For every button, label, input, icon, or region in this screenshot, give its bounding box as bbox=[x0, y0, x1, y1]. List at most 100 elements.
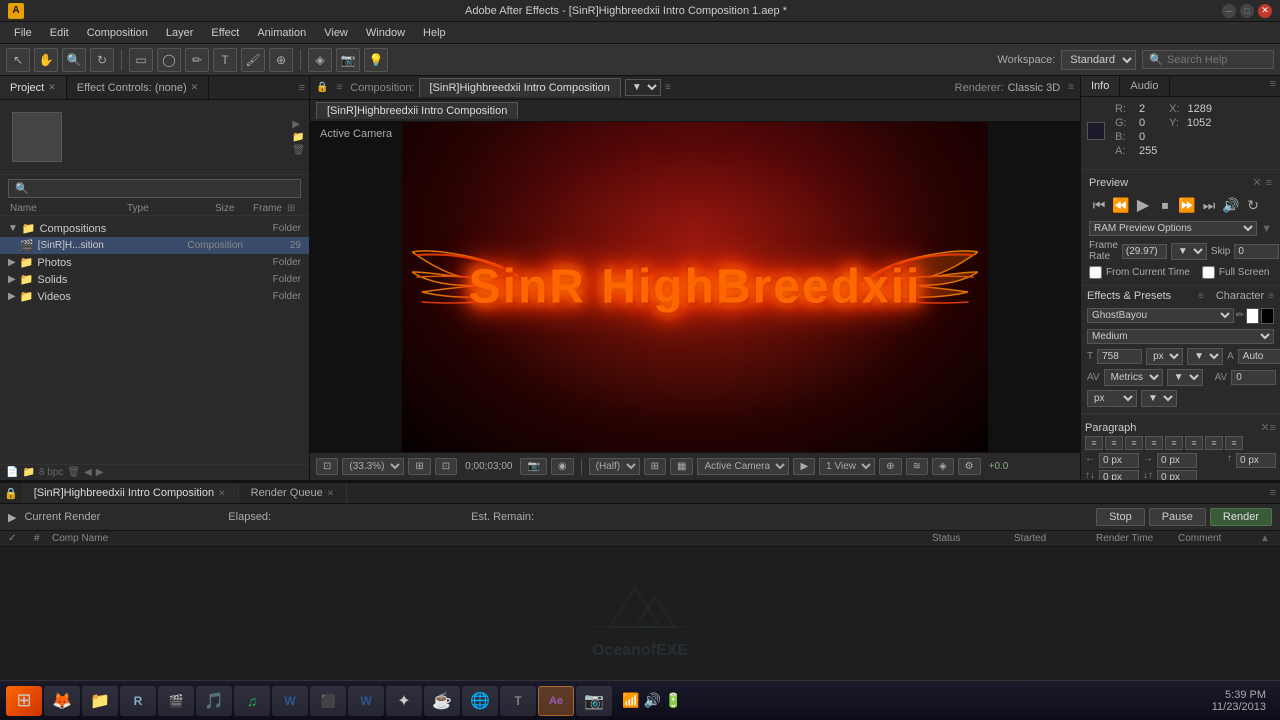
tracking-input[interactable] bbox=[1231, 370, 1276, 385]
hand-tool[interactable]: ✋ bbox=[34, 48, 58, 72]
unit-chevron[interactable]: ▼ bbox=[1141, 390, 1177, 407]
taskbar-music[interactable]: 🎵 bbox=[196, 686, 232, 716]
left-indent-input[interactable] bbox=[1099, 453, 1139, 468]
frame-rate-input[interactable] bbox=[1122, 244, 1167, 259]
view-mode-select[interactable]: 1 View bbox=[819, 458, 875, 475]
timeline-tab-close[interactable]: ✕ bbox=[218, 488, 226, 499]
background-color[interactable] bbox=[1261, 308, 1274, 324]
ellipse-tool[interactable]: ◯ bbox=[157, 48, 181, 72]
last-frame-btn[interactable]: ⏭ bbox=[1199, 195, 1219, 215]
align-justify3-btn[interactable]: ≡ bbox=[1185, 436, 1203, 450]
align-right-btn[interactable]: ≡ bbox=[1125, 436, 1143, 450]
full-screen-checkbox[interactable] bbox=[1202, 266, 1215, 279]
top-indent-input[interactable] bbox=[1236, 453, 1276, 468]
depth-btn[interactable]: 8 bpc bbox=[39, 467, 63, 478]
camera-tool[interactable]: 📷 bbox=[336, 48, 360, 72]
right-indent-input[interactable] bbox=[1157, 453, 1197, 468]
character-tab[interactable]: Character bbox=[1216, 290, 1264, 302]
flow-btn[interactable]: ≋ bbox=[906, 458, 928, 475]
taskbar-browser[interactable]: 🌐 bbox=[462, 686, 498, 716]
zoom-tool[interactable]: 🔍 bbox=[62, 48, 86, 72]
selection-tool[interactable]: ↖ bbox=[6, 48, 30, 72]
menu-window[interactable]: Window bbox=[358, 25, 413, 41]
interpret-footage-btn[interactable]: ▶ bbox=[292, 119, 305, 130]
minimize-button[interactable]: ─ bbox=[1222, 4, 1236, 18]
ram-preview-select[interactable]: RAM Preview Options bbox=[1089, 221, 1257, 236]
current-render-expand[interactable]: ▶ bbox=[8, 511, 16, 524]
compositions-folder[interactable]: ▼ 📁 Compositions Folder bbox=[0, 220, 309, 237]
align-full-btn[interactable]: ≡ bbox=[1205, 436, 1223, 450]
menu-effect[interactable]: Effect bbox=[203, 25, 247, 41]
render-btn-small[interactable]: ◈ bbox=[932, 458, 954, 475]
menu-view[interactable]: View bbox=[316, 25, 356, 41]
space-after-input[interactable] bbox=[1157, 470, 1197, 480]
preview-panel-menu[interactable]: ≡ bbox=[1266, 177, 1272, 189]
quality-select[interactable]: (Half) bbox=[589, 458, 640, 475]
close-button[interactable]: ✕ bbox=[1258, 4, 1272, 18]
first-frame-btn[interactable]: ⏮ bbox=[1089, 195, 1109, 215]
info-tab[interactable]: Info bbox=[1081, 76, 1120, 96]
project-tab[interactable]: Project ✕ bbox=[0, 76, 67, 99]
font-size-input[interactable] bbox=[1097, 349, 1142, 364]
workspace-dropdown[interactable]: Standard bbox=[1061, 50, 1136, 70]
taskbar-app1[interactable]: ✦ bbox=[386, 686, 422, 716]
stop-btn[interactable]: ⏹ bbox=[1155, 195, 1175, 215]
puppet-pin-tool[interactable]: ◈ bbox=[308, 48, 332, 72]
from-current-time-checkbox[interactable] bbox=[1089, 266, 1102, 279]
size-unit-select[interactable]: px bbox=[1146, 348, 1183, 365]
menu-file[interactable]: File bbox=[6, 25, 40, 41]
comp-panel-menu[interactable]: ≡ bbox=[1068, 82, 1074, 93]
menu-animation[interactable]: Animation bbox=[249, 25, 314, 41]
skip-input[interactable] bbox=[1234, 244, 1279, 259]
taskbar-explorer[interactable]: 📁 bbox=[82, 686, 118, 716]
pause-btn[interactable]: Pause bbox=[1149, 508, 1206, 526]
prev-frame-btn[interactable]: ⏪ bbox=[1111, 195, 1131, 215]
render-queue-tab[interactable]: Render Queue ✕ bbox=[239, 483, 348, 503]
clone-tool[interactable]: ⊕ bbox=[269, 48, 293, 72]
new-folder-btn[interactable]: 📁 bbox=[292, 132, 305, 143]
project-tab-close[interactable]: ✕ bbox=[48, 82, 56, 93]
taskbar-vlc[interactable]: 🎬 bbox=[158, 686, 194, 716]
render-start-btn[interactable]: Render bbox=[1210, 508, 1272, 526]
loop-btn[interactable]: ↻ bbox=[1243, 195, 1263, 215]
start-button[interactable]: ⊞ bbox=[6, 686, 42, 716]
menu-help[interactable]: Help bbox=[415, 25, 454, 41]
new-item-btn[interactable]: 📄 bbox=[6, 467, 18, 478]
maximize-button[interactable]: □ bbox=[1240, 4, 1254, 18]
frame-rate-chevron[interactable]: ▼ bbox=[1171, 243, 1207, 260]
preview-options-chevron[interactable]: ▼ bbox=[1261, 223, 1272, 235]
foreground-color[interactable] bbox=[1246, 308, 1259, 324]
paragraph-panel-menu[interactable]: ≡ bbox=[1270, 422, 1276, 434]
region-btn[interactable]: ⊡ bbox=[316, 458, 338, 475]
preview-panel-close[interactable]: ✕ bbox=[1252, 176, 1261, 189]
solo-btn[interactable]: ◉ bbox=[551, 458, 574, 475]
videos-folder[interactable]: ▶ 📁 Videos Folder bbox=[0, 288, 309, 305]
trash-btn[interactable]: 🗑 bbox=[67, 467, 80, 478]
timeline-tab[interactable]: [SinR]Highbreedxii Intro Composition ✕ bbox=[22, 483, 239, 503]
render-checkbox-col[interactable]: ✓ bbox=[8, 533, 32, 544]
pen-tool[interactable]: ✏ bbox=[185, 48, 209, 72]
snap-btn[interactable]: ⊕ bbox=[879, 458, 901, 475]
comp-panel-flow[interactable]: ≡ bbox=[336, 82, 342, 93]
search-help-input[interactable] bbox=[1167, 54, 1267, 66]
auto-input[interactable] bbox=[1238, 349, 1280, 364]
bottom-panel-menu[interactable]: ≡ bbox=[1266, 487, 1280, 499]
menu-composition[interactable]: Composition bbox=[79, 25, 156, 41]
kerning-chevron[interactable]: ▼ bbox=[1167, 369, 1203, 386]
comp-flow-btn[interactable]: ≡ bbox=[665, 82, 671, 93]
info-panel-menu[interactable]: ≡ bbox=[1266, 76, 1280, 96]
taskbar-aftereffects[interactable]: Ae bbox=[538, 686, 574, 716]
timeline-lock-btn[interactable]: 🔒 bbox=[0, 487, 22, 500]
space-before-input[interactable] bbox=[1099, 470, 1139, 480]
view-select[interactable]: Active Camera bbox=[697, 458, 789, 475]
prev-btn[interactable]: ◀ bbox=[84, 467, 92, 478]
taskbar-terminal[interactable]: ⬛ bbox=[310, 686, 346, 716]
comp-panel-lock[interactable]: 🔒 bbox=[316, 82, 328, 93]
taskbar-app2[interactable]: T bbox=[500, 686, 536, 716]
taskbar-spotify[interactable]: ♫ bbox=[234, 686, 270, 716]
audio-tab[interactable]: Audio bbox=[1120, 76, 1169, 96]
zoom-select[interactable]: (33.3%) bbox=[342, 458, 404, 475]
comp-dropdown[interactable]: ▼ bbox=[625, 79, 661, 96]
render-list-scroll[interactable]: ▲ bbox=[1260, 533, 1272, 544]
composition-item[interactable]: 🎬 [SinR]H...sition Composition 29 bbox=[0, 237, 309, 254]
